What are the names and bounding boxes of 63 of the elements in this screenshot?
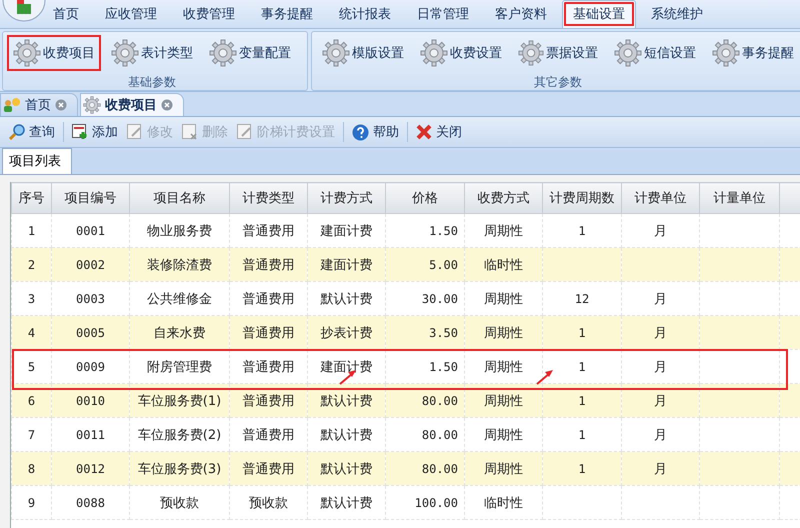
column-header[interactable]: 项目名称	[130, 182, 230, 214]
ribbon-button[interactable]: 事务提醒	[706, 35, 800, 71]
document-tab[interactable]: 收费项目	[80, 93, 184, 116]
gear-icon	[111, 39, 139, 67]
close-tab-icon[interactable]	[55, 99, 67, 111]
gear-icon	[712, 39, 740, 67]
menu-tab[interactable]: 统计报表	[328, 0, 402, 28]
table-cell: 100.00	[386, 486, 464, 520]
table-cell: 临时性	[464, 486, 542, 520]
gear-icon	[209, 39, 237, 67]
ribbon-button[interactable]: 表计类型	[105, 35, 199, 71]
table-cell: 9	[12, 486, 52, 520]
column-header[interactable]: 收费方式	[464, 182, 542, 214]
add-icon	[72, 124, 88, 140]
ribbon-button[interactable]: 模版设置	[316, 35, 410, 71]
ribbon-button[interactable]: 变量配置	[203, 35, 297, 71]
menu-tab[interactable]: 事务提醒	[250, 0, 324, 28]
gear-icon	[420, 39, 448, 67]
toolbar-button[interactable]: 添加	[69, 121, 121, 143]
edit-icon	[127, 124, 143, 140]
ribbon-button[interactable]: 短信设置	[608, 35, 702, 71]
column-header[interactable]: 计费类型	[230, 182, 308, 214]
close-icon	[416, 124, 432, 140]
menu-tab[interactable]: 应收管理	[94, 0, 168, 28]
column-header[interactable]: 计费单位	[622, 182, 700, 214]
ribbon-button[interactable]: 票据设置	[512, 36, 604, 70]
gear-icon	[13, 39, 41, 67]
toolbar-button[interactable]: 帮助	[349, 121, 402, 143]
search-icon	[9, 124, 25, 140]
table-cell: 预收款	[130, 486, 230, 520]
table-cell: 0088	[52, 486, 130, 520]
people-icon	[3, 97, 21, 113]
gear-icon	[518, 40, 544, 66]
gear-icon	[614, 39, 642, 67]
delete-icon	[182, 124, 198, 140]
menu-tab[interactable]: 系统维护	[640, 0, 714, 28]
table-cell: 4	[12, 316, 52, 350]
menu-tab[interactable]: 客户资料	[484, 0, 558, 28]
list-tab[interactable]: 项目列表	[2, 148, 72, 174]
edit-icon	[237, 124, 253, 140]
toolbar-button[interactable]: 关闭	[413, 121, 465, 143]
group-label: 其它参数	[533, 74, 583, 90]
document-tab[interactable]: 首页	[0, 93, 78, 116]
column-header[interactable]: 计费方式	[308, 182, 386, 214]
toolbar-button[interactable]: 查询	[6, 121, 58, 143]
column-header[interactable]: 价格	[386, 182, 464, 214]
column-header[interactable]: 计费周期数	[542, 182, 622, 214]
help-icon	[352, 124, 369, 140]
close-tab-icon[interactable]	[161, 99, 173, 111]
gear-icon	[322, 39, 350, 67]
menu-tab[interactable]: 首页	[42, 0, 90, 28]
column-header[interactable]: 计量单位	[700, 182, 780, 214]
column-header[interactable]: 项目编号	[52, 182, 130, 214]
ribbon-button[interactable]: 收费设置	[414, 35, 508, 71]
gear-icon	[83, 96, 101, 114]
table-cell: 预收款	[230, 486, 308, 520]
menu-tab[interactable]: 日常管理	[406, 0, 480, 28]
column-header[interactable]: 序号	[12, 182, 52, 214]
menu-tab[interactable]: 收费管理	[172, 0, 246, 28]
ribbon-button[interactable]: 收费项目	[7, 35, 101, 71]
group-label: 基础参数	[127, 74, 177, 90]
menu-tab[interactable]: 基础设置	[562, 0, 636, 28]
table-cell: 默认计费	[308, 486, 386, 520]
